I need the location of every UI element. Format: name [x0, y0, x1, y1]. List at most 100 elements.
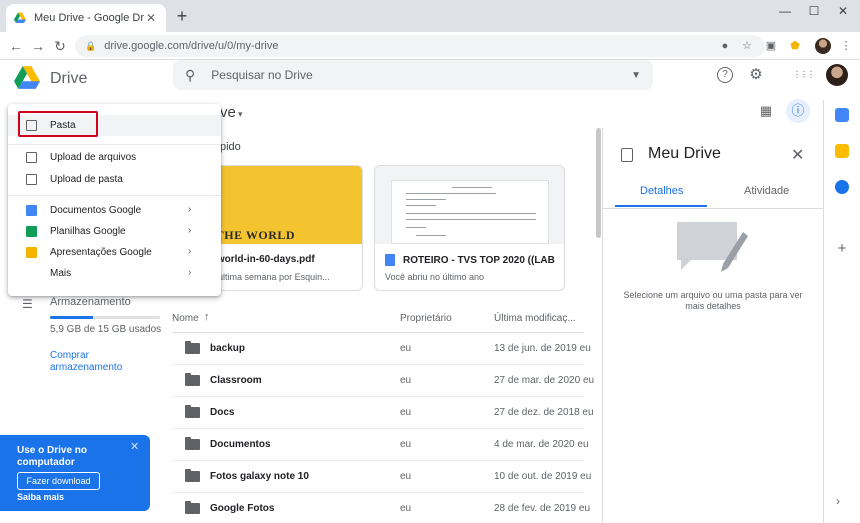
storage-progress-fill [50, 316, 93, 319]
search-icon[interactable]: ⚲ [185, 67, 195, 84]
shield-extension-icon[interactable]: ⬟ [787, 38, 803, 54]
folder-icon [185, 469, 200, 482]
reload-button[interactable]: ↻ [50, 36, 70, 56]
storage-progress-bar [50, 316, 160, 319]
add-addon-icon[interactable]: + [835, 240, 849, 257]
table-row[interactable]: backup eu 13 de jun. de 2019 eu [172, 333, 591, 365]
menu-item-upload-folder[interactable]: Upload de pasta [8, 169, 221, 190]
new-tab-button[interactable]: + [172, 7, 192, 27]
folder-icon [185, 341, 200, 354]
info-button[interactable]: ⓘ [786, 99, 810, 123]
row-name: Google Fotos [210, 503, 275, 514]
table-row[interactable]: Google Fotos eu 28 de fev. de 2019 eu [172, 493, 590, 523]
back-button[interactable]: ← [6, 36, 26, 56]
column-modified[interactable]: Última modificaç... [494, 313, 576, 324]
menu-item-google-slides[interactable]: Apresentações Google › [8, 242, 221, 263]
extension-icon[interactable]: ● [717, 38, 733, 54]
new-item-menu: Pasta Upload de arquivos Upload de pasta… [8, 104, 221, 296]
browser-menu-icon[interactable]: ⋮ [838, 38, 854, 54]
grid-view-icon[interactable]: ▦ [756, 103, 776, 121]
column-name[interactable]: Nome [172, 313, 199, 324]
maximize-button[interactable]: ☐ [799, 4, 829, 18]
scrollbar[interactable] [596, 128, 601, 238]
minimize-button[interactable]: — [770, 4, 800, 18]
chevron-down-icon[interactable]: ▾ [238, 109, 243, 120]
details-title: Meu Drive [648, 145, 721, 162]
menu-item-upload-files[interactable]: Upload de arquivos [8, 147, 221, 168]
table-row[interactable]: Classroom eu 27 de mar. de 2020 eu [172, 365, 594, 397]
menu-item-google-sheets[interactable]: Planilhas Google › [8, 221, 221, 242]
sort-arrow-icon[interactable]: ↑ [204, 311, 210, 323]
search-input[interactable]: ⚲ Pesquisar no Drive ▼ [173, 60, 653, 90]
address-bar[interactable]: 🔒 drive.google.com/drive/u/0/my-drive [75, 35, 765, 57]
apps-grid-icon[interactable]: ⋮⋮⋮ [793, 65, 815, 85]
folder-icon [185, 405, 200, 418]
bookmark-star-icon[interactable]: ☆ [739, 38, 755, 54]
row-owner: eu [400, 439, 412, 450]
browser-tab-strip: Meu Drive - Google Drive ✕ + — ☐ ✕ [0, 0, 860, 32]
promo-title: Use o Drive no computador [17, 445, 88, 468]
google-slides-icon [26, 247, 37, 258]
google-docs-icon [26, 205, 37, 216]
menu-item-label: Planilhas Google [50, 226, 126, 237]
settings-gear-icon[interactable]: ⚙ [746, 65, 766, 85]
tab-activity[interactable]: Atividade [744, 185, 789, 197]
account-avatar[interactable] [826, 64, 848, 86]
row-date: 13 de jun. de 2019 eu [494, 343, 591, 354]
column-owner[interactable]: Proprietário [400, 313, 452, 324]
file-list-header: Nome ↑ Proprietário Última modificaç... [172, 310, 584, 330]
desktop-promo-card: Use o Drive no computador ✕ Fazer downlo… [0, 435, 150, 511]
row-owner: eu [400, 375, 412, 386]
row-date: 10 de out. de 2019 eu [494, 471, 592, 482]
learn-more-link[interactable]: Saiba mais [17, 492, 64, 502]
table-row[interactable]: Fotos galaxy note 10 eu 10 de out. de 20… [172, 461, 591, 493]
download-button[interactable]: Fazer download [17, 472, 100, 490]
row-date: 27 de mar. de 2020 eu [494, 375, 595, 386]
row-owner: eu [400, 471, 412, 482]
menu-item-more[interactable]: Mais › [8, 263, 221, 284]
tab-title: Meu Drive - Google Drive [34, 12, 144, 24]
tab-details[interactable]: Detalhes [640, 185, 683, 197]
file-activity: Você abriu no último ano [385, 272, 485, 282]
lock-icon: 🔒 [85, 40, 97, 51]
folder-icon [185, 373, 200, 386]
browser-tab[interactable]: Meu Drive - Google Drive ✕ [6, 4, 166, 32]
help-icon[interactable]: ? [717, 67, 733, 83]
buy-storage-link[interactable]: Comprar armazenamento [50, 350, 140, 374]
menu-item-label: Upload de arquivos [50, 152, 137, 163]
quick-access-card[interactable]: ROTEIRO - TVS TOP 2020 ((LABORA... Você … [374, 165, 565, 291]
cast-icon[interactable]: ▣ [763, 38, 779, 54]
file-name-row: ROTEIRO - TVS TOP 2020 ((LABORA... [385, 254, 555, 266]
row-name: Fotos galaxy note 10 [210, 471, 309, 482]
row-name: backup [210, 343, 246, 354]
keep-icon[interactable] [835, 144, 849, 158]
drive-logo-icon[interactable] [14, 66, 40, 90]
table-row[interactable]: Documentos eu 4 de mar. de 2020 eu [172, 429, 589, 461]
storage-label[interactable]: Armazenamento [50, 296, 131, 308]
chevron-right-icon: › [188, 267, 192, 278]
calendar-icon[interactable] [835, 108, 849, 122]
menu-item-label: Upload de pasta [50, 174, 123, 185]
row-date: 4 de mar. de 2020 eu [494, 439, 589, 450]
page-title[interactable]: ve [220, 104, 236, 121]
details-panel: Meu Drive ✕ Detalhes Atividade Selecione… [602, 128, 823, 523]
app-title[interactable]: Drive [50, 65, 87, 93]
window-close-button[interactable]: ✕ [828, 4, 858, 18]
menu-item-google-docs[interactable]: Documentos Google › [8, 200, 221, 221]
chevron-right-icon: › [188, 225, 192, 236]
row-date: 27 de dez. de 2018 eu [494, 407, 594, 418]
tasks-icon[interactable] [835, 180, 849, 194]
close-icon[interactable]: ✕ [791, 145, 804, 165]
search-placeholder: Pesquisar no Drive [211, 68, 313, 82]
folder-icon [185, 437, 200, 450]
search-options-icon[interactable]: ▼ [631, 70, 641, 81]
tab-close-icon[interactable]: ✕ [144, 11, 158, 25]
active-tab-indicator [615, 205, 707, 207]
row-name: Documentos [210, 439, 271, 450]
browser-profile-avatar[interactable] [815, 38, 831, 54]
menu-item-label: Documentos Google [50, 205, 142, 216]
close-icon[interactable]: ✕ [130, 440, 139, 453]
expand-panel-icon[interactable]: › [836, 494, 840, 508]
table-row[interactable]: Docs eu 27 de dez. de 2018 eu [172, 397, 594, 429]
forward-button[interactable]: → [28, 36, 48, 56]
